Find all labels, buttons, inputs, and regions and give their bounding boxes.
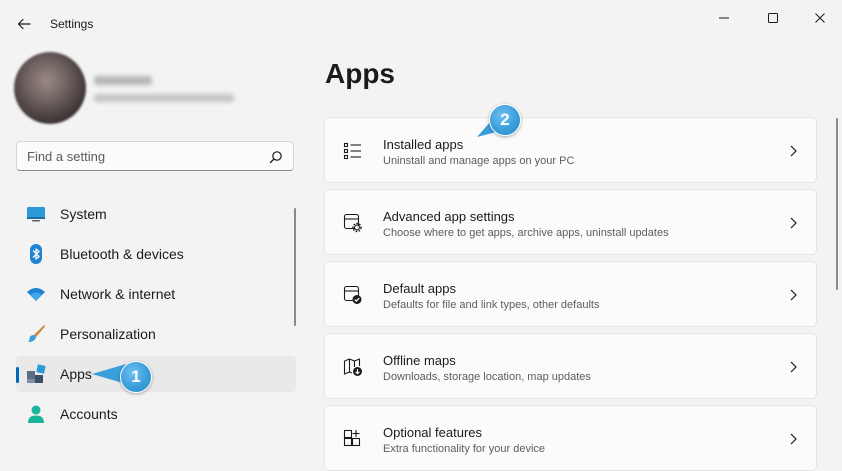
- callout-2: 2: [489, 104, 521, 136]
- callout-number: 2: [500, 110, 510, 129]
- callout-number: 1: [131, 367, 141, 386]
- callout-1: 1: [120, 361, 152, 393]
